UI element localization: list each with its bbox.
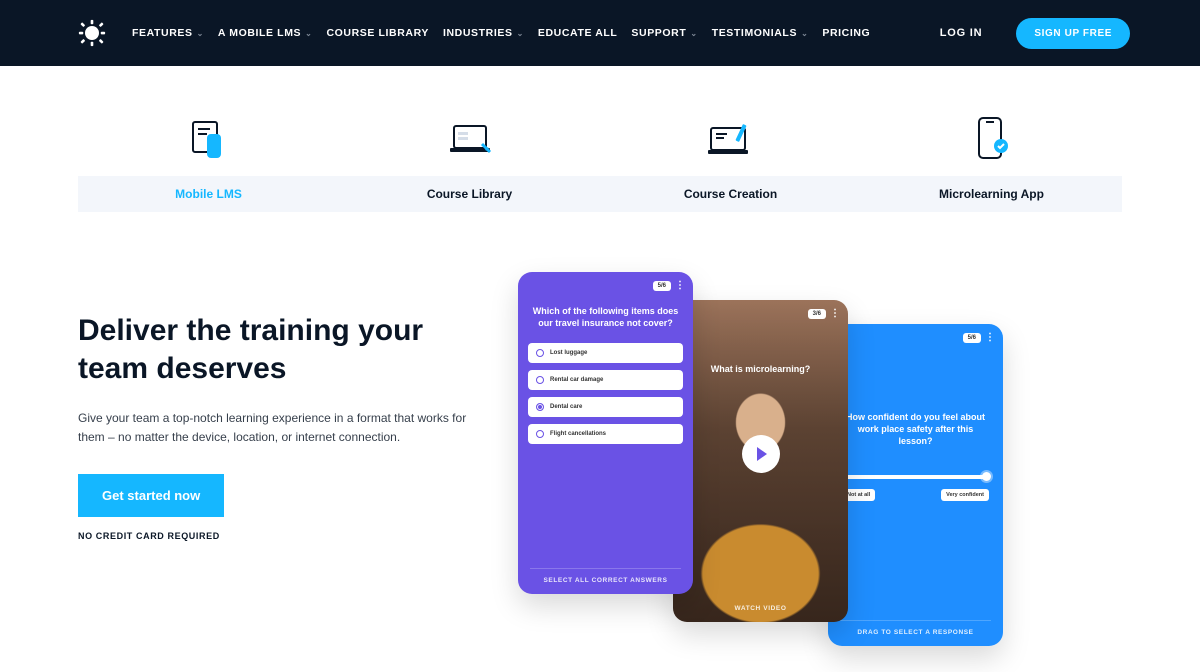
- phone-check-icon: [971, 114, 1013, 164]
- play-button[interactable]: [742, 435, 780, 473]
- laptop-pencil-icon: [705, 120, 757, 164]
- nav-features[interactable]: FEATURES ⌄: [132, 27, 204, 39]
- tab-course-creation[interactable]: Course Creation: [600, 187, 861, 201]
- slider-hint: DRAG TO SELECT A RESPONSE: [840, 620, 991, 646]
- play-icon: [757, 447, 767, 461]
- brand-logo[interactable]: [78, 19, 106, 47]
- tab-mobile-lms[interactable]: Mobile LMS: [78, 187, 339, 201]
- nav-course-library[interactable]: COURSE LIBRARY: [326, 27, 429, 39]
- get-started-button[interactable]: Get started now: [78, 474, 224, 517]
- option-label: Rental car damage: [550, 377, 603, 383]
- chevron-down-icon: ⌄: [690, 29, 697, 38]
- quiz-option[interactable]: Flight cancellations: [528, 424, 683, 444]
- chevron-down-icon: ⌄: [517, 29, 524, 38]
- primary-nav: FEATURES ⌄ A MOBILE LMS ⌄ COURSE LIBRARY I…: [132, 27, 870, 39]
- progress-badge: 3/6: [808, 309, 826, 319]
- nav-label: PRICING: [822, 27, 870, 39]
- more-icon: ⋮: [675, 280, 685, 291]
- hero-subtitle: Give your team a top-notch learning expe…: [78, 409, 478, 446]
- slider-thumb[interactable]: [982, 472, 991, 481]
- mock-phone-video: 3/6 ⋮ What is microlearning? WATCH VIDEO: [673, 300, 848, 622]
- more-icon: ⋮: [985, 332, 995, 343]
- video-title: What is microlearning?: [673, 353, 848, 385]
- chevron-down-icon: ⌄: [801, 29, 808, 38]
- nav-industries[interactable]: INDUSTRIES ⌄: [443, 27, 524, 39]
- nav-label: INDUSTRIES: [443, 27, 513, 39]
- quiz-option[interactable]: Rental car damage: [528, 370, 683, 390]
- nav-label: SUPPORT: [631, 27, 686, 39]
- nav-label: TESTIMONIALS: [712, 27, 797, 39]
- quiz-question: Which of the following items does our tr…: [518, 295, 693, 339]
- login-link[interactable]: LOG IN: [940, 27, 983, 39]
- confidence-slider[interactable]: [842, 475, 989, 479]
- feature-tabs: Mobile LMS Course Library Course Creatio…: [0, 66, 1200, 212]
- hero-note: NO CREDIT CARD REQUIRED: [78, 531, 498, 541]
- document-phone-icon: [185, 116, 233, 164]
- nav-label: EDUCATE ALL: [538, 27, 618, 39]
- nav-mobile-lms[interactable]: A MOBILE LMS ⌄: [218, 27, 313, 39]
- progress-badge: 5/6: [963, 333, 981, 343]
- top-nav: FEATURES ⌄ A MOBILE LMS ⌄ COURSE LIBRARY I…: [0, 0, 1200, 66]
- progress-badge: 5/6: [653, 281, 671, 291]
- nav-educate-all[interactable]: EDUCATE ALL: [538, 27, 618, 39]
- gear-icon: [78, 19, 106, 47]
- option-label: Lost luggage: [550, 350, 587, 356]
- chevron-down-icon: ⌄: [197, 29, 204, 38]
- mock-phone-slider: 5/6 ⋮ How confident do you feel about wo…: [828, 324, 1003, 646]
- tab-bar: Mobile LMS Course Library Course Creatio…: [78, 176, 1122, 212]
- nav-testimonials[interactable]: TESTIMONIALS ⌄: [712, 27, 809, 39]
- more-icon: ⋮: [830, 308, 840, 319]
- video-hint: WATCH VIDEO: [673, 599, 848, 622]
- phone-mockups: 5/6 ⋮ Which of the following items does …: [518, 272, 1122, 672]
- nav-pricing[interactable]: PRICING: [822, 27, 870, 39]
- quiz-option[interactable]: Lost luggage: [528, 343, 683, 363]
- slider-max-label: Very confident: [941, 489, 989, 501]
- signup-button[interactable]: SIGN UP FREE: [1016, 18, 1130, 49]
- laptop-icon: [444, 120, 496, 164]
- mock-phone-quiz: 5/6 ⋮ Which of the following items does …: [518, 272, 693, 594]
- quiz-option[interactable]: Dental care: [528, 397, 683, 417]
- option-label: Dental care: [550, 404, 582, 410]
- nav-support[interactable]: SUPPORT ⌄: [631, 27, 697, 39]
- hero-section: Deliver the training your team deserves …: [0, 212, 1200, 672]
- slider-question: How confident do you feel about work pla…: [828, 401, 1003, 457]
- quiz-hint: SELECT ALL CORRECT ANSWERS: [530, 568, 681, 594]
- tab-microlearning-app[interactable]: Microlearning App: [861, 187, 1122, 201]
- nav-label: FEATURES: [132, 27, 193, 39]
- nav-label: COURSE LIBRARY: [326, 27, 429, 39]
- chevron-down-icon: ⌄: [305, 29, 312, 38]
- option-label: Flight cancellations: [550, 431, 606, 437]
- nav-label: A MOBILE LMS: [218, 27, 301, 39]
- hero-title: Deliver the training your team deserves: [78, 312, 498, 387]
- tab-course-library[interactable]: Course Library: [339, 187, 600, 201]
